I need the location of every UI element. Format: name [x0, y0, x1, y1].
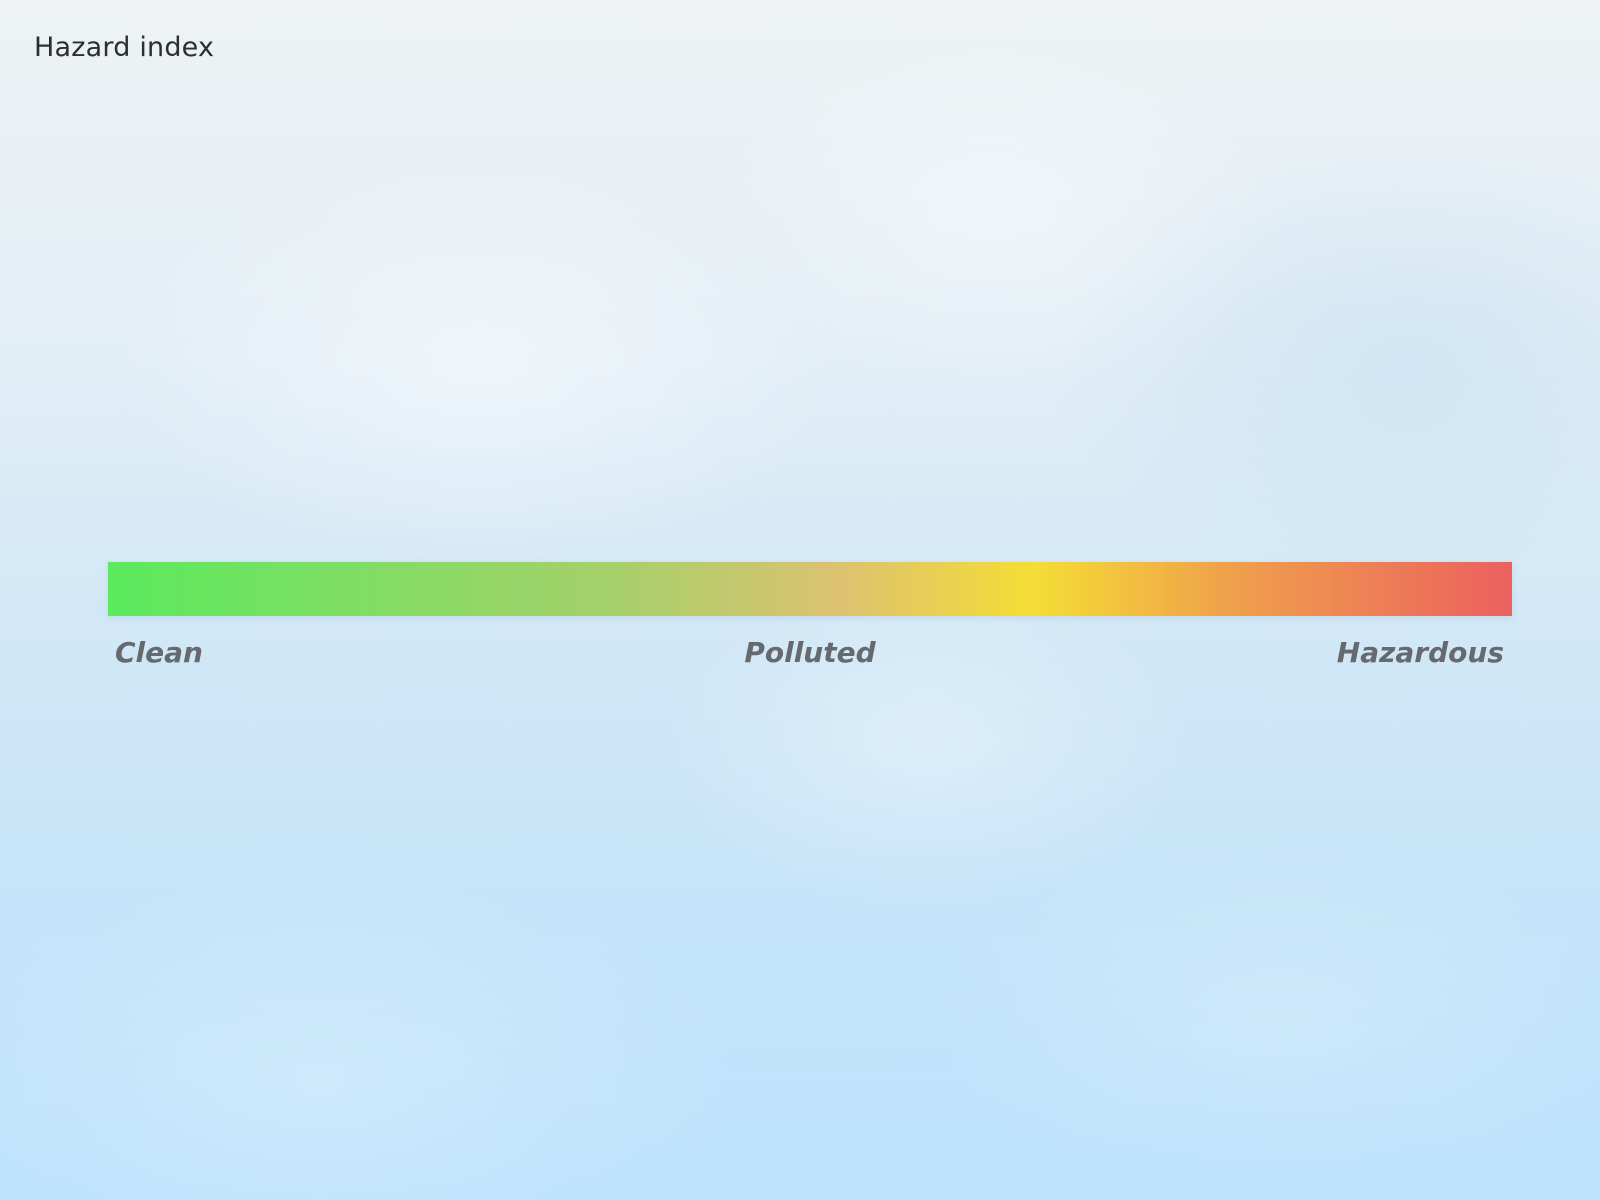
- hazard-scale-labels: Clean Polluted Hazardous: [108, 636, 1512, 676]
- page-title: Hazard index: [34, 32, 215, 63]
- hazard-gradient-bar: [108, 562, 1512, 616]
- hazard-scale: Clean Polluted Hazardous: [108, 562, 1512, 676]
- scale-label-clean: Clean: [115, 636, 203, 669]
- scale-label-hazardous: Hazardous: [1336, 636, 1504, 669]
- scale-label-polluted: Polluted: [744, 636, 876, 669]
